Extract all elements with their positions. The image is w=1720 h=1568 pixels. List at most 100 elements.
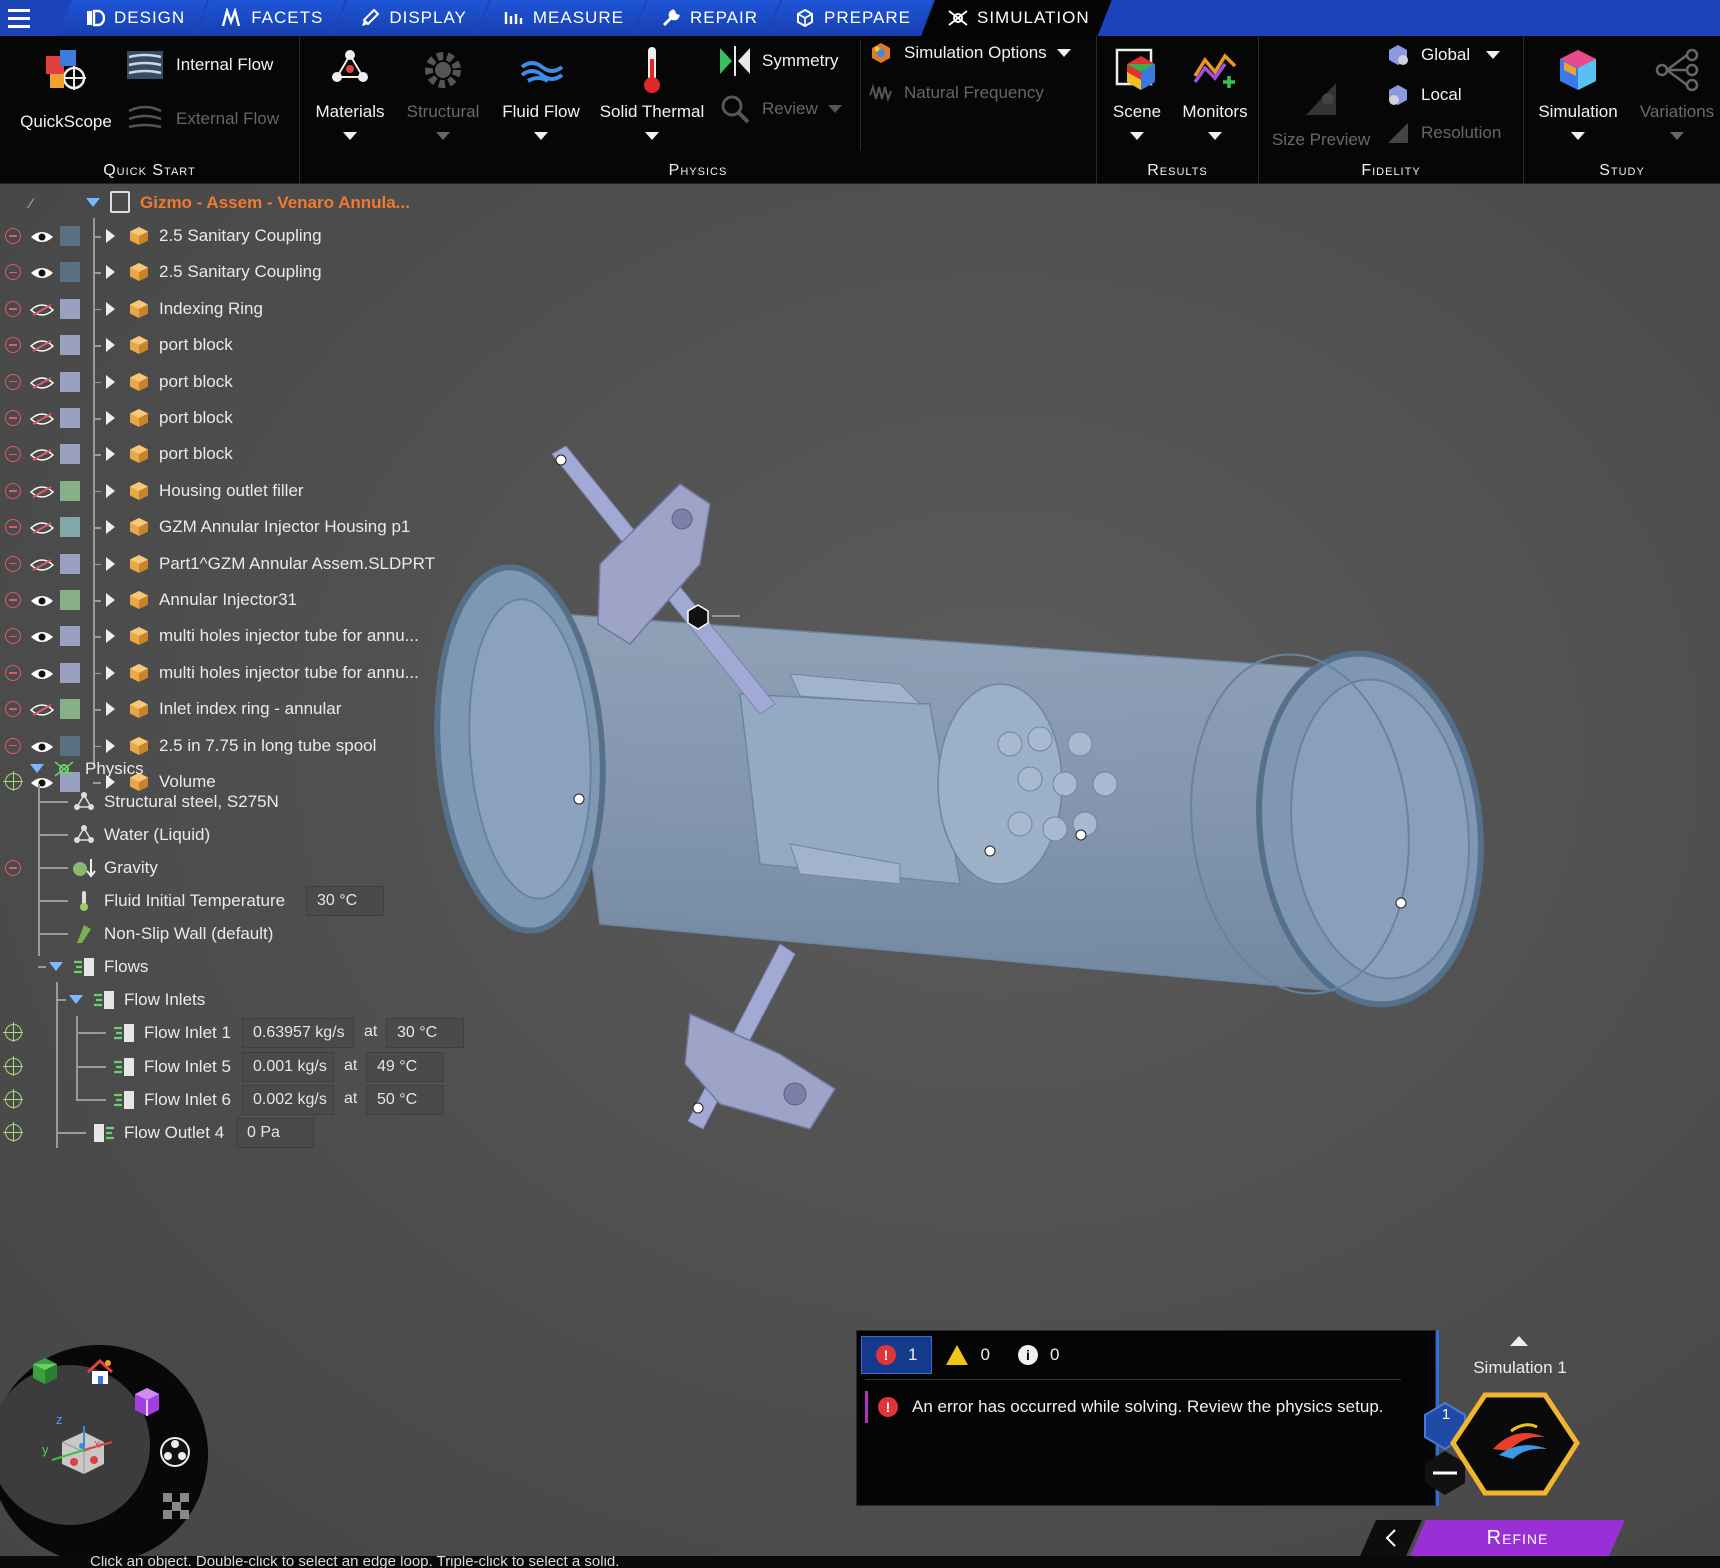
tab-prepare[interactable]: Prepare [768, 0, 933, 36]
checker-icon[interactable] [163, 1493, 189, 1524]
physics-node[interactable]: Physics [0, 752, 470, 786]
flow-inlet-rate[interactable]: 0.001 kg/s [242, 1052, 334, 1082]
refine-button[interactable]: Refine [1410, 1520, 1625, 1556]
eye-hidden-icon[interactable] [29, 302, 55, 316]
natural-frequency-button[interactable]: Natural Frequency [868, 80, 1044, 106]
physics-expander[interactable] [30, 764, 44, 773]
part-expander[interactable] [106, 301, 115, 316]
eye-icon[interactable] [30, 265, 54, 279]
errors-filter[interactable]: ! 1 [861, 1336, 933, 1374]
tree-part-row[interactable]: 2.5 Sanitary Coupling [0, 255, 470, 289]
flow-inlets-expander[interactable] [69, 995, 83, 1004]
external-flow-button[interactable]: External Flow [124, 98, 279, 140]
solid-thermal-button[interactable]: Solid Thermal [592, 44, 712, 140]
symmetry-button[interactable]: Symmetry [718, 44, 839, 78]
eye-icon[interactable] [30, 593, 54, 607]
part-expander[interactable] [106, 593, 115, 607]
tab-measure[interactable]: Measure [477, 0, 646, 36]
variations-button[interactable]: Variations [1634, 44, 1720, 140]
flows-node[interactable]: Flows [0, 950, 470, 984]
part-color-swatch[interactable] [60, 335, 80, 356]
review-button[interactable]: Review [718, 92, 842, 126]
tree-part-row[interactable]: Indexing Ring [0, 292, 470, 326]
local-button[interactable]: Local [1385, 82, 1462, 108]
fluid-flow-button[interactable]: Fluid Flow [496, 44, 586, 140]
lock-icon[interactable] [5, 228, 21, 244]
global-dropdown[interactable] [1486, 51, 1501, 59]
tree-part-row[interactable]: multi holes injector tube for annu... [0, 619, 470, 653]
flow-inlet-temp[interactable]: 30 °C [386, 1018, 464, 1048]
part-color-swatch[interactable] [60, 444, 80, 465]
part-color-swatch[interactable] [60, 408, 80, 428]
eye-icon[interactable] [30, 666, 54, 680]
simulation-up-arrow[interactable] [1510, 1336, 1528, 1346]
eye-hidden-icon[interactable] [29, 520, 55, 535]
part-expander[interactable] [106, 556, 115, 571]
part-expander[interactable] [106, 338, 115, 353]
view-purple-cube-icon[interactable] [132, 1386, 162, 1423]
tab-facets[interactable]: Facets [195, 0, 345, 36]
simulation-options-dropdown[interactable] [1056, 49, 1071, 57]
tree-part-row[interactable]: Annular Injector31 [0, 583, 470, 617]
internal-flow-button[interactable]: Internal Flow [124, 44, 273, 86]
part-expander[interactable] [106, 374, 115, 389]
lock-icon[interactable] [5, 701, 21, 718]
part-color-swatch[interactable] [60, 662, 80, 683]
eye-hidden-icon[interactable] [29, 484, 55, 498]
review-dropdown[interactable] [827, 105, 842, 113]
eye-icon[interactable] [30, 229, 54, 243]
menu-button[interactable] [0, 0, 38, 36]
tree-part-row[interactable]: port block [0, 328, 470, 362]
lock-icon[interactable] [5, 446, 21, 463]
flow-inlet-temp[interactable]: 50 °C [366, 1085, 444, 1115]
fluid-flow-dropdown[interactable] [534, 132, 548, 140]
structural-dropdown[interactable] [436, 132, 450, 140]
info-filter[interactable]: i 0 [1004, 1336, 1073, 1374]
eye-hidden-icon[interactable] [29, 411, 55, 425]
scene-button[interactable]: Scene [1101, 44, 1173, 140]
eye-hidden-icon[interactable] [29, 375, 55, 389]
flow-inlet-node[interactable]: Flow Inlet 6 0.002 kg/s at 50 °C [0, 1083, 470, 1117]
flow-inlet-node[interactable]: Flow Inlet 5 0.001 kg/s at 49 °C [0, 1050, 470, 1084]
flow-inlets-node[interactable]: Flow Inlets [0, 983, 470, 1017]
part-color-swatch[interactable] [60, 371, 80, 392]
part-color-swatch[interactable] [60, 517, 80, 538]
fluid-temp-value[interactable]: 30 °C [306, 886, 384, 916]
monitors-button[interactable]: Monitors [1175, 44, 1255, 140]
materials-button[interactable]: Materials [310, 44, 390, 140]
home-view-icon[interactable] [84, 1356, 116, 1393]
eye-hidden-icon[interactable] [29, 447, 55, 462]
lock-icon[interactable] [5, 482, 21, 499]
tree-root[interactable]: ⁄ Gizmo - Assem - Venaro Annula... [0, 186, 470, 220]
part-expander[interactable] [106, 702, 115, 717]
eye-hidden-icon[interactable] [29, 702, 55, 717]
axis-triad[interactable]: z y x [40, 1412, 120, 1500]
lock-icon[interactable] [5, 664, 21, 681]
resolution-button[interactable]: Resolution [1385, 120, 1501, 146]
variations-dropdown[interactable] [1670, 132, 1684, 140]
lock-icon[interactable] [5, 860, 21, 876]
tree-part-row[interactable]: port block [0, 365, 470, 399]
flow-inlet-node[interactable]: Flow Inlet 1 0.63957 kg/s at 30 °C [0, 1016, 470, 1050]
target-icon[interactable] [3, 1089, 23, 1109]
lock-icon[interactable] [5, 410, 21, 426]
solid-thermal-dropdown[interactable] [645, 132, 659, 140]
structural-material-node[interactable]: Structural steel, S275N [0, 785, 470, 819]
error-message-row[interactable]: ! An error has occurred while solving. R… [865, 1391, 1384, 1423]
warnings-filter[interactable]: 0 [932, 1336, 1003, 1374]
part-color-swatch[interactable] [60, 298, 80, 319]
lock-icon[interactable] [5, 519, 21, 536]
wall-node[interactable]: Non-Slip Wall (default) [0, 917, 470, 951]
eye-icon[interactable] [30, 739, 54, 753]
flow-inlet-temp[interactable]: 49 °C [366, 1052, 444, 1082]
scene-dropdown[interactable] [1130, 132, 1144, 140]
part-color-swatch[interactable] [60, 553, 80, 574]
part-color-swatch[interactable] [60, 262, 80, 283]
eye-hidden-icon[interactable] [29, 557, 55, 571]
tab-design[interactable]: Design [58, 0, 207, 36]
materials-dropdown[interactable] [343, 132, 357, 140]
part-color-swatch[interactable] [60, 626, 80, 647]
film-reel-icon[interactable] [158, 1435, 192, 1474]
fluid-material-node[interactable]: Water (Liquid) [0, 818, 470, 852]
tree-part-row[interactable]: multi holes injector tube for annu... [0, 656, 470, 690]
